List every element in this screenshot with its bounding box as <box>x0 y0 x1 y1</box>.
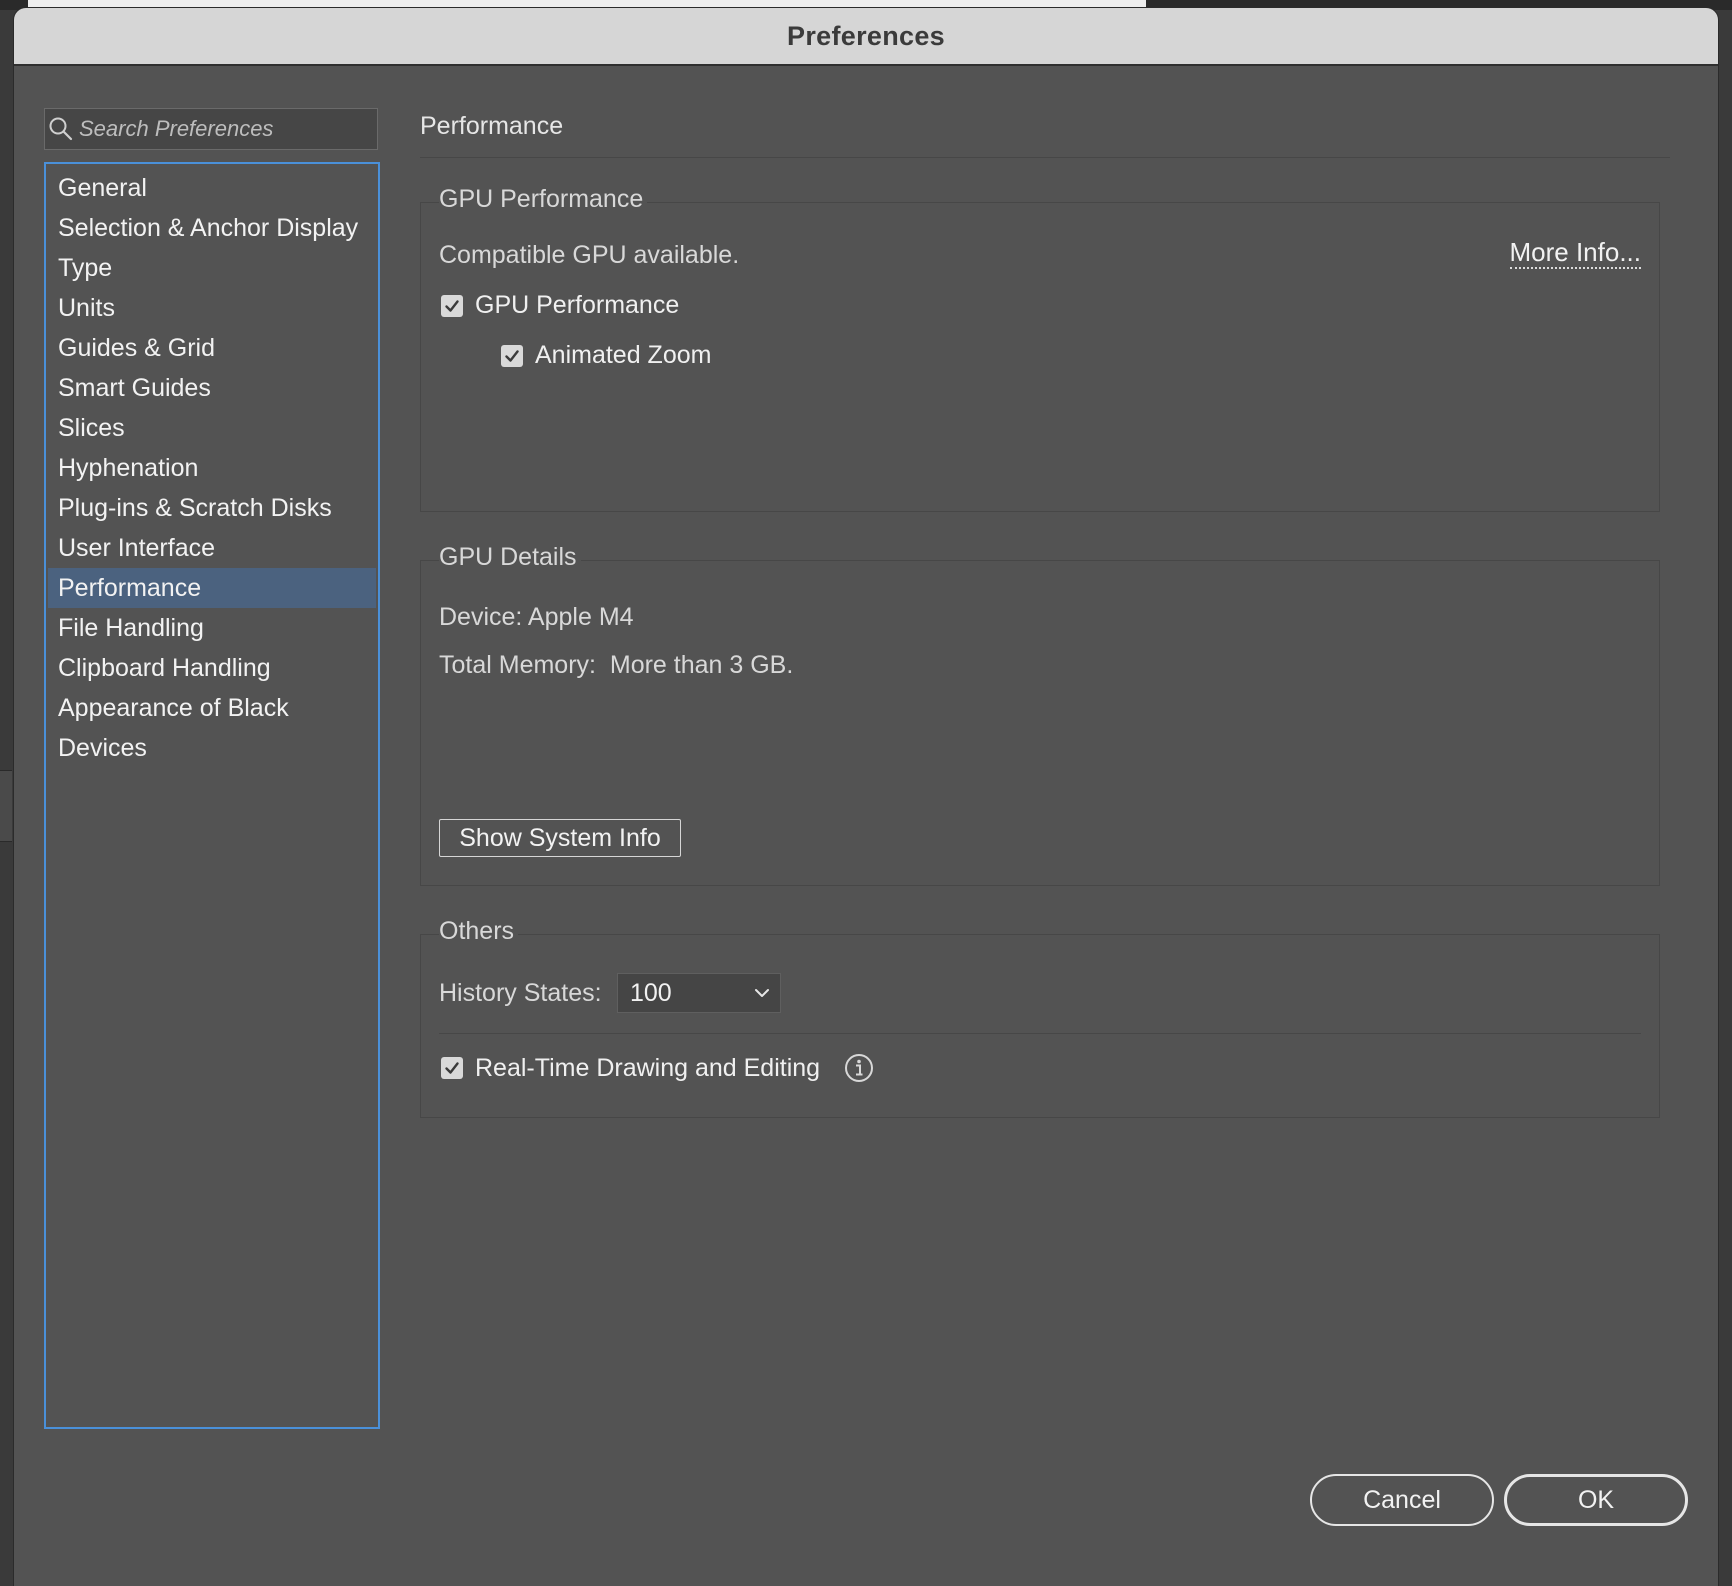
sidebar-item-performance[interactable]: Performance <box>48 568 376 608</box>
sidebar-item-user-interface[interactable]: User Interface <box>48 528 376 568</box>
gpu-performance-checkbox[interactable] <box>441 294 463 317</box>
checkmark-icon <box>445 299 459 312</box>
sidebar-item-smart-guides[interactable]: Smart Guides <box>48 368 376 408</box>
page-title: Performance <box>420 112 564 140</box>
main-panel: Performance GPU Performance Compatible G… <box>420 108 1670 1118</box>
sidebar-item-units[interactable]: Units <box>48 288 376 328</box>
sidebar-item-type[interactable]: Type <box>48 248 376 288</box>
gpu-performance-row[interactable]: GPU Performance <box>441 291 679 320</box>
gpu-device-text: Device: Apple M4 <box>439 603 634 631</box>
show-system-info-button[interactable]: Show System Info <box>439 819 681 857</box>
history-states-value: 100 <box>630 978 672 1007</box>
search-input[interactable] <box>77 116 377 142</box>
sidebar-item-devices[interactable]: Devices <box>48 728 376 768</box>
sidebar-item-clipboard-handling[interactable]: Clipboard Handling <box>48 648 376 688</box>
gpu-status-text: Compatible GPU available. <box>439 241 740 269</box>
history-states-select[interactable]: 100 <box>617 973 781 1013</box>
sidebar-item-hyphenation[interactable]: Hyphenation <box>48 448 376 488</box>
ok-button[interactable]: OK <box>1504 1474 1688 1526</box>
realtime-drawing-row[interactable]: Real-Time Drawing and Editing <box>441 1053 874 1083</box>
checkmark-icon <box>505 349 519 362</box>
sidebar-item-appearance-of-black[interactable]: Appearance of Black <box>48 688 376 728</box>
gpu-details-group-title: GPU Details <box>439 541 581 573</box>
others-divider <box>439 1033 1641 1034</box>
gpu-performance-label: GPU Performance <box>475 291 680 319</box>
gpu-details-group: GPU Details Device: Apple M4 Total Memor… <box>420 541 1660 886</box>
preferences-sidebar: General Selection & Anchor Display Type … <box>44 162 380 1429</box>
sidebar-item-file-handling[interactable]: File Handling <box>48 608 376 648</box>
animated-zoom-row[interactable]: Animated Zoom <box>501 341 711 370</box>
animated-zoom-checkbox[interactable] <box>501 344 523 367</box>
background-window-strip <box>28 0 1146 8</box>
sidebar-item-general[interactable]: General <box>48 168 376 208</box>
title-divider <box>420 157 1670 158</box>
history-states-label: History States: <box>439 979 602 1007</box>
animated-zoom-label: Animated Zoom <box>535 341 712 369</box>
checkmark-icon <box>445 1062 459 1074</box>
info-icon[interactable] <box>844 1053 874 1083</box>
search-box[interactable] <box>44 108 378 150</box>
gpu-memory-text: Total Memory: More than 3 GB. <box>439 651 794 679</box>
background-window-tab <box>0 770 12 842</box>
others-group-title: Others <box>439 915 519 947</box>
preferences-dialog: Preferences General Selection & Anchor D… <box>14 8 1718 1586</box>
others-group: Others History States: 100 Real-Time Dra… <box>420 915 1660 1118</box>
search-icon <box>45 116 77 142</box>
realtime-drawing-checkbox[interactable] <box>441 1057 463 1079</box>
sidebar-item-plugins-scratch-disks[interactable]: Plug-ins & Scratch Disks <box>48 488 376 528</box>
sidebar-item-slices[interactable]: Slices <box>48 408 376 448</box>
window-title: Preferences <box>787 20 945 51</box>
cancel-button[interactable]: Cancel <box>1310 1474 1494 1526</box>
title-bar[interactable]: Preferences <box>14 8 1718 66</box>
gpu-performance-group-title: GPU Performance <box>439 183 648 215</box>
sidebar-item-selection-anchor-display[interactable]: Selection & Anchor Display <box>48 208 376 248</box>
sidebar-item-guides-grid[interactable]: Guides & Grid <box>48 328 376 368</box>
more-info-link[interactable]: More Info... <box>1509 237 1641 269</box>
gpu-performance-group: GPU Performance Compatible GPU available… <box>420 183 1660 512</box>
realtime-drawing-label: Real-Time Drawing and Editing <box>475 1053 821 1082</box>
chevron-down-icon <box>755 989 769 997</box>
